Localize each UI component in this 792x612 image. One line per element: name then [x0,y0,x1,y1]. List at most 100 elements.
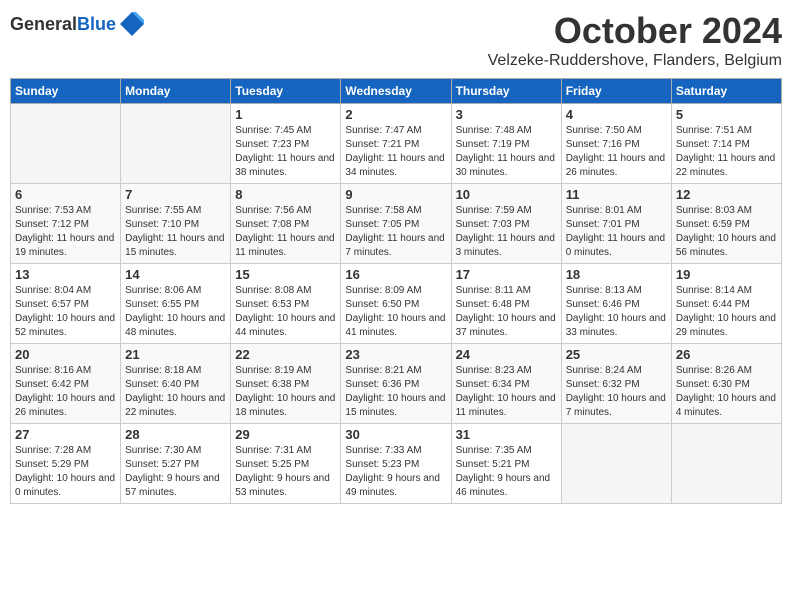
weekday-header: Tuesday [231,79,341,104]
calendar-cell: 23 Sunrise: 8:21 AM Sunset: 6:36 PM Dayli… [341,344,451,424]
day-info: Sunrise: 8:14 AM Sunset: 6:44 PM Dayligh… [676,284,777,340]
day-info: Sunrise: 8:21 AM Sunset: 6:36 PM Dayligh… [345,364,446,420]
calendar-week-row: 1 Sunrise: 7:45 AM Sunset: 7:23 PM Daylig… [11,104,782,184]
calendar-header: SundayMondayTuesdayWednesdayThursdayFrid… [11,79,782,104]
calendar-cell: 30Sunrise: 7:33 AM Sunset: 5:23 PM Dayli… [341,424,451,504]
calendar-cell: 24Sunrise: 8:23 AM Sunset: 6:34 PM Dayli… [451,344,561,424]
day-info: Sunrise: 7:31 AM Sunset: 5:25 PM Dayligh… [235,444,336,500]
header-row: SundayMondayTuesdayWednesdayThursdayFrid… [11,79,782,104]
calendar-cell: 26Sunrise: 8:26 AM Sunset: 6:30 PM Dayli… [671,344,781,424]
calendar-cell [671,424,781,504]
calendar-cell: 20 Sunrise: 8:16 AM Sunset: 6:42 PM Dayli… [11,344,121,424]
calendar-cell: 12 Sunrise: 8:03 AM Sunset: 6:59 PM Dayli… [671,184,781,264]
weekday-header: Wednesday [341,79,451,104]
day-info: Sunrise: 7:59 AM Sunset: 7:03 PM Dayligh… [456,204,557,260]
day-number: 22 [235,347,336,362]
day-number: 11 [566,187,667,202]
day-number: 23 [345,347,446,362]
day-info: Sunrise: 7:47 AM Sunset: 7:21 PM Dayligh… [345,124,446,180]
calendar-cell: 13 Sunrise: 8:04 AM Sunset: 6:57 PM Dayli… [11,264,121,344]
day-info: Sunrise: 7:48 AM Sunset: 7:19 PM Dayligh… [456,124,557,180]
calendar-week-row: 13 Sunrise: 8:04 AM Sunset: 6:57 PM Dayli… [11,264,782,344]
calendar-cell: 2 Sunrise: 7:47 AM Sunset: 7:21 PM Daylig… [341,104,451,184]
logo-general: GeneralBlue [10,14,116,35]
day-number: 7 [125,187,226,202]
day-number: 8 [235,187,336,202]
calendar-cell: 3 Sunrise: 7:48 AM Sunset: 7:19 PM Daylig… [451,104,561,184]
day-number: 21 [125,347,226,362]
day-info: Sunrise: 8:19 AM Sunset: 6:38 PM Dayligh… [235,364,336,420]
weekday-header: Saturday [671,79,781,104]
day-number: 17 [456,267,557,282]
calendar-table: SundayMondayTuesdayWednesdayThursdayFrid… [10,78,782,504]
day-info: Sunrise: 7:58 AM Sunset: 7:05 PM Dayligh… [345,204,446,260]
weekday-header: Sunday [11,79,121,104]
day-info: Sunrise: 7:35 AM Sunset: 5:21 PM Dayligh… [456,444,557,500]
calendar-cell: 9Sunrise: 7:58 AM Sunset: 7:05 PM Daylig… [341,184,451,264]
calendar-cell: 15 Sunrise: 8:08 AM Sunset: 6:53 PM Dayli… [231,264,341,344]
title-block: October 2024 Velzeke-Ruddershove, Flande… [488,10,782,70]
calendar-cell: 11Sunrise: 8:01 AM Sunset: 7:01 PM Dayli… [561,184,671,264]
day-info: Sunrise: 8:06 AM Sunset: 6:55 PM Dayligh… [125,284,226,340]
day-number: 4 [566,107,667,122]
calendar-week-row: 6 Sunrise: 7:53 AM Sunset: 7:12 PM Daylig… [11,184,782,264]
day-info: Sunrise: 8:09 AM Sunset: 6:50 PM Dayligh… [345,284,446,340]
calendar-cell: 27Sunrise: 7:28 AM Sunset: 5:29 PM Dayli… [11,424,121,504]
day-number: 10 [456,187,557,202]
day-info: Sunrise: 8:08 AM Sunset: 6:53 PM Dayligh… [235,284,336,340]
calendar-cell: 29 Sunrise: 7:31 AM Sunset: 5:25 PM Dayli… [231,424,341,504]
weekday-header: Friday [561,79,671,104]
day-number: 16 [345,267,446,282]
day-info: Sunrise: 7:30 AM Sunset: 5:27 PM Dayligh… [125,444,226,500]
day-info: Sunrise: 7:28 AM Sunset: 5:29 PM Dayligh… [15,444,116,500]
location-title: Velzeke-Ruddershove, Flanders, Belgium [488,52,782,70]
page-header: GeneralBlue October 2024 Velzeke-Rudders… [10,10,782,70]
month-title: October 2024 [488,10,782,52]
day-info: Sunrise: 8:18 AM Sunset: 6:40 PM Dayligh… [125,364,226,420]
calendar-cell: 28 Sunrise: 7:30 AM Sunset: 5:27 PM Dayli… [121,424,231,504]
day-number: 12 [676,187,777,202]
day-info: Sunrise: 8:11 AM Sunset: 6:48 PM Dayligh… [456,284,557,340]
calendar-cell: 8Sunrise: 7:56 AM Sunset: 7:08 PM Daylig… [231,184,341,264]
day-number: 19 [676,267,777,282]
day-number: 5 [676,107,777,122]
calendar-cell: 5 Sunrise: 7:51 AM Sunset: 7:14 PM Daylig… [671,104,781,184]
day-info: Sunrise: 8:04 AM Sunset: 6:57 PM Dayligh… [15,284,116,340]
day-number: 3 [456,107,557,122]
day-number: 31 [456,427,557,442]
day-number: 15 [235,267,336,282]
day-number: 2 [345,107,446,122]
day-number: 20 [15,347,116,362]
logo-icon [118,10,146,38]
logo: GeneralBlue [10,10,146,38]
calendar-cell: 1 Sunrise: 7:45 AM Sunset: 7:23 PM Daylig… [231,104,341,184]
day-info: Sunrise: 8:24 AM Sunset: 6:32 PM Dayligh… [566,364,667,420]
day-number: 26 [676,347,777,362]
calendar-cell: 19 Sunrise: 8:14 AM Sunset: 6:44 PM Dayli… [671,264,781,344]
calendar-cell: 17 Sunrise: 8:11 AM Sunset: 6:48 PM Dayli… [451,264,561,344]
calendar-cell: 10 Sunrise: 7:59 AM Sunset: 7:03 PM Dayli… [451,184,561,264]
calendar-cell: 21 Sunrise: 8:18 AM Sunset: 6:40 PM Dayli… [121,344,231,424]
calendar-cell: 31 Sunrise: 7:35 AM Sunset: 5:21 PM Dayli… [451,424,561,504]
day-info: Sunrise: 8:03 AM Sunset: 6:59 PM Dayligh… [676,204,777,260]
day-number: 28 [125,427,226,442]
calendar-body: 1 Sunrise: 7:45 AM Sunset: 7:23 PM Daylig… [11,104,782,504]
day-info: Sunrise: 7:33 AM Sunset: 5:23 PM Dayligh… [345,444,446,500]
calendar-cell: 18Sunrise: 8:13 AM Sunset: 6:46 PM Dayli… [561,264,671,344]
day-number: 13 [15,267,116,282]
calendar-cell: 16 Sunrise: 8:09 AM Sunset: 6:50 PM Dayli… [341,264,451,344]
day-number: 6 [15,187,116,202]
day-number: 14 [125,267,226,282]
calendar-cell: 14 Sunrise: 8:06 AM Sunset: 6:55 PM Dayli… [121,264,231,344]
day-info: Sunrise: 7:51 AM Sunset: 7:14 PM Dayligh… [676,124,777,180]
day-number: 29 [235,427,336,442]
day-info: Sunrise: 8:16 AM Sunset: 6:42 PM Dayligh… [15,364,116,420]
calendar-cell: 22 Sunrise: 8:19 AM Sunset: 6:38 PM Dayli… [231,344,341,424]
calendar-cell [561,424,671,504]
day-info: Sunrise: 7:50 AM Sunset: 7:16 PM Dayligh… [566,124,667,180]
day-info: Sunrise: 7:45 AM Sunset: 7:23 PM Dayligh… [235,124,336,180]
day-info: Sunrise: 7:53 AM Sunset: 7:12 PM Dayligh… [15,204,116,260]
day-info: Sunrise: 7:55 AM Sunset: 7:10 PM Dayligh… [125,204,226,260]
day-number: 1 [235,107,336,122]
weekday-header: Thursday [451,79,561,104]
